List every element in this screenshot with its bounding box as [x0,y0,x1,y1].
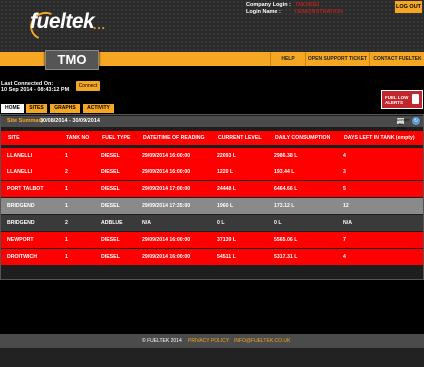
cell-days: 4 [343,254,346,260]
cell-fuel: DIESEL [101,153,120,159]
cell-level: 1960 L [217,203,234,209]
cell-days: 4 [343,153,346,159]
table-row[interactable]: DROITWICH 1 DIESEL 29/09/2014 16:00:00 54511… [1,249,423,265]
nav-help-link[interactable]: HELP [270,52,305,66]
cell-site: LLANELLI [7,169,33,175]
fuel-pump-icon [412,94,419,104]
last-connected-value: 10 Sep 2014 - 08:43:12 PM [1,87,70,93]
cell-fuel: DIESEL [101,254,120,260]
cell-level: 0 L [217,220,225,226]
tab-graphs[interactable]: GRAPHS [50,104,80,113]
header-daily-consumption: DAILY CONSUMPTION [275,135,331,141]
cell-days: 5 [343,186,346,192]
cell-tank: 2 [65,169,68,175]
header-site: SITE [8,135,20,141]
tab-sites[interactable]: SITES [26,104,47,113]
table-row[interactable]: BRIDGEND 1 DIESEL 29/09/2014 17:35:00 1960 L… [1,198,423,214]
cell-consumption: 6464.66 L [274,186,298,192]
cell-datetime: 29/09/2014 17:35:00 [142,203,191,209]
table-row[interactable]: LLANELLI 1 DIESEL 29/09/2014 16:00:00 22093 … [1,148,423,164]
cell-tank: 1 [65,237,68,243]
table-row[interactable]: PORT TALBOT 1 DIESEL 29/09/2014 17:00:00 244… [1,181,423,197]
cell-fuel: ADBLUE [101,220,123,226]
cell-fuel: DIESEL [101,237,120,243]
summary-date-range: 30/08/2014 - 30/09/2014 [40,118,100,124]
export-excel-icon[interactable]: EXPORT TO EXCEL [397,118,409,130]
cell-days: 7 [343,237,346,243]
cell-level: 22093 L [217,153,237,159]
table-row[interactable]: BRIDGEND 2 ADBLUE N/A 0 L 0 L N/A [1,215,423,231]
logo-dots: ... [93,18,107,32]
cell-tank: 1 [65,203,68,209]
login-name-value: DEMONSTRATION [295,9,343,15]
cell-site: BRIDGEND [7,203,35,209]
cell-days: N/A [343,220,352,226]
login-name-label: Login Name : [246,9,281,15]
cell-consumption: 2986.38 L [274,153,298,159]
cell-site: LLANELLI [7,153,33,159]
table-row[interactable]: NEWPORT 1 DIESEL 29/09/2014 16:00:00 37139 L… [1,232,423,248]
header-datetime: DATE/TIME OF READING [143,135,205,141]
cell-fuel: DIESEL [101,203,120,209]
cell-consumption: 5317.31 L [274,254,298,260]
tab-home[interactable]: HOME [1,104,24,113]
nav-contact-link[interactable]: CONTACT FUELTEK [369,52,424,66]
cell-datetime: 29/09/2014 16:00:00 [142,254,191,260]
footer-email-link[interactable]: INFO@FUELTEK.CO.UK [234,338,290,344]
fuel-low-alerts-button[interactable]: FUEL LOW ALERTS [381,90,423,109]
footer-privacy-link[interactable]: PRIVACY POLICY [188,338,229,344]
cell-tank: 1 [65,254,68,260]
fuel-low-alerts-label: FUEL LOW ALERTS [385,95,409,105]
cell-tank: 1 [65,186,68,192]
header-current-level: CURRENT LEVEL [218,135,262,141]
company-login-value: TMOIIDEI [295,2,320,8]
header-days-left: DAYS LEFT IN TANK (empty) [344,135,415,141]
summary-title: Site Summary [7,118,44,124]
logout-button[interactable]: LOG OUT [395,1,422,13]
cell-days: 12 [343,203,349,209]
footer-bottom [0,348,424,367]
cell-datetime: 29/09/2014 16:00:00 [142,169,191,175]
cell-level: 24448 L [217,186,237,192]
cell-consumption: 0 L [274,220,282,226]
cell-datetime: 29/09/2014 16:00:00 [142,237,191,243]
refresh-icon[interactable]: ↻ [412,117,420,125]
company-login-label: Company Login : [246,2,291,8]
cell-site: DROITWICH [7,254,37,260]
cell-datetime: 29/09/2014 16:00:00 [142,153,191,159]
cell-consumption: 193.44 L [274,169,295,175]
cell-site: NEWPORT [7,237,34,243]
cell-level: 54511 L [217,254,236,260]
nav-support-ticket-link[interactable]: OPEN SUPPORT TICKET [305,52,369,66]
cell-level: 37139 L [217,237,237,243]
cell-level: 1220 L [217,169,234,175]
cell-fuel: DIESEL [101,186,120,192]
cell-consumption: 5565.06 L [274,237,298,243]
cell-consumption: 173.12 L [274,203,295,209]
connect-button[interactable]: Connect [76,81,100,91]
header-tank-no: TANK NO [66,135,90,141]
table-row[interactable]: LLANELLI 2 DIESEL 29/09/2014 16:00:00 1220 L… [1,164,423,180]
cell-days: 3 [343,169,346,175]
cell-datetime: 29/09/2014 17:00:00 [142,186,191,192]
fueltek-logo: fueltek [30,10,95,33]
footer-copyright: © FUELTEK 2014 [142,338,182,344]
tab-activity[interactable]: ACTIVITY [83,104,114,113]
cell-tank: 2 [65,220,68,226]
cell-tank: 1 [65,153,68,159]
cell-site: PORT TALBOT [7,186,44,192]
header-fuel-type: FUEL TYPE [102,135,131,141]
cell-site: BRIDGEND [7,220,35,226]
section-title: TMO [45,50,99,70]
cell-datetime: N/A [142,220,151,226]
cell-fuel: DIESEL [101,169,120,175]
